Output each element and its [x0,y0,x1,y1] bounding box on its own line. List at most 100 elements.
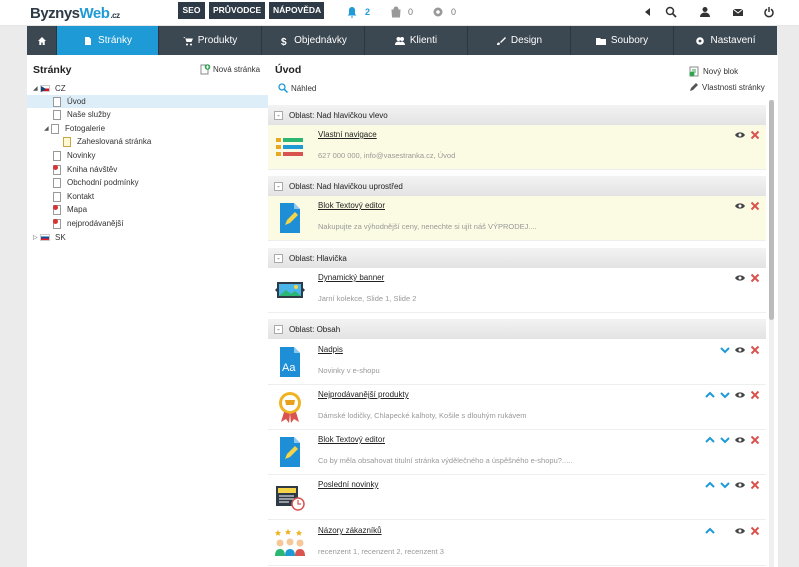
block-title[interactable]: Nejprodávanější produkty [318,390,409,399]
collapsed-arrow-icon[interactable]: ▷ [33,234,40,241]
move-down-icon[interactable] [720,435,730,445]
content-block[interactable]: Názory zákazníků recenzent 1, recenzent … [268,521,766,566]
delete-icon[interactable] [750,130,760,140]
visibility-eye-icon[interactable] [735,526,745,536]
nav-design[interactable]: Design [468,26,571,55]
content-block[interactable]: Nejprodávanější produkty Dámské lodičky,… [268,385,766,430]
block-title[interactable]: Vlastní navigace [318,130,377,139]
tree-label: Kontakt [67,192,95,201]
visibility-eye-icon[interactable] [735,130,745,140]
scrollbar-thumb[interactable] [769,100,774,320]
tree-page-kontakt[interactable]: Kontakt [53,190,94,203]
collapse-icon[interactable]: - [274,110,283,120]
visibility-eye-icon[interactable] [735,390,745,400]
delete-icon[interactable] [750,480,760,490]
nav-soubory[interactable]: Soubory [571,26,674,55]
block-description: Nakupujte za výhodnější ceny, nenechte s… [318,222,537,231]
hidden-page-icon [53,218,61,229]
visibility-eye-icon[interactable] [735,435,745,445]
block-title[interactable]: Názory zákazníků [318,526,382,535]
content-block[interactable]: Blok Textový editor Nakupujte za výhodně… [268,196,766,241]
block-title[interactable]: Blok Textový editor [318,201,385,210]
block-title[interactable]: Blok Textový editor [318,435,385,444]
cog-icon[interactable] [432,6,444,18]
expanded-arrow-icon[interactable]: ◢ [33,85,40,92]
expanded-arrow-icon[interactable]: ◢ [44,125,51,132]
user-icon[interactable] [699,6,711,18]
area-header[interactable]: - Oblast: Obsah [268,319,766,339]
collapse-icon[interactable]: - [274,253,283,263]
scrollbar[interactable] [769,100,774,567]
guide-button[interactable]: PRŮVODCE [209,2,265,19]
visibility-eye-icon[interactable] [735,273,745,283]
collapse-icon[interactable]: - [274,324,283,334]
move-down-icon[interactable] [720,345,730,355]
mail-icon[interactable] [732,6,744,18]
content-block[interactable]: Poslední novinky [268,475,766,520]
new-page-button[interactable]: Nová stránka [200,64,260,75]
tree-lang-sk[interactable]: ▷ SK [33,231,66,244]
tree-page-kniha-navstev[interactable]: Kniha návštěv [53,163,117,176]
move-up-icon[interactable] [705,435,715,445]
nav-produkty[interactable]: Produkty [159,26,262,55]
delete-icon[interactable] [750,273,760,283]
move-up-icon[interactable] [705,480,715,490]
block-title[interactable]: Nadpis [318,345,343,354]
flag-sk-icon [40,234,50,241]
preview-link[interactable]: Náhled [278,83,316,93]
bag-icon[interactable] [390,6,402,18]
move-down-icon[interactable] [720,390,730,400]
content-block[interactable]: Vlastní navigace 627 000 000, info@vases… [268,125,766,170]
tree-page-zaheslovana[interactable]: Zaheslovaná stránka [63,135,151,148]
reviews-icon [275,529,305,556]
delete-icon[interactable] [750,526,760,536]
nav-stranky[interactable]: Stránky [57,26,159,55]
collapse-icon[interactable]: - [274,181,283,191]
visibility-eye-icon[interactable] [735,480,745,490]
delete-icon[interactable] [750,201,760,211]
block-description: recenzent 1, recenzent 2, recenzent 3 [318,547,444,556]
visibility-eye-icon[interactable] [735,345,745,355]
tree-page-nejprodavanejsi[interactable]: nejprodávanější [53,217,123,230]
logo[interactable]: ByznysWeb.cz [30,5,120,22]
delete-icon[interactable] [750,345,760,355]
tree-lang-cz[interactable]: ◢ CZ [33,82,66,95]
area-header[interactable]: - Oblast: Hlavička [268,248,766,268]
nav-klienti[interactable]: Klienti [365,26,468,55]
tree-page-uvod[interactable]: Úvod [27,95,268,108]
tree-page-fotogalerie[interactable]: ◢ Fotogalerie [44,122,105,135]
bell-icon[interactable] [346,6,358,18]
move-up-icon[interactable] [705,526,715,536]
area-header[interactable]: - Oblast: Nad hlavičkou vlevo [268,105,766,125]
nav-label: Soubory [610,35,649,46]
dollar-icon: $ [281,37,287,46]
delete-icon[interactable] [750,390,760,400]
power-icon[interactable] [763,6,775,18]
tree-page-nase-sluzby[interactable]: Naše služby [53,108,111,121]
area-header[interactable]: - Oblast: Nad hlavičkou uprostřed [268,176,766,196]
move-up-icon[interactable] [705,390,715,400]
delete-icon[interactable] [750,435,760,445]
back-arrow-icon[interactable] [642,6,654,18]
tree-page-novinky[interactable]: Novinky [53,149,95,162]
visibility-eye-icon[interactable] [735,201,745,211]
nav-label: Objednávky [294,35,347,46]
move-down-icon[interactable] [720,480,730,490]
content-block[interactable]: Blok Textový editor Co by měla obsahovat… [268,430,766,475]
seo-button[interactable]: SEO [178,2,205,19]
page-properties-button[interactable]: Vlastnosti stránky [689,82,765,92]
nav-nastaveni[interactable]: Nastavení [674,26,777,55]
block-title[interactable]: Dynamický banner [318,273,384,282]
tree-page-mapa[interactable]: Mapa [53,203,87,216]
new-block-button[interactable]: Nový blok [689,66,738,77]
home-button[interactable] [27,26,57,55]
content-block[interactable]: Dynamický banner Jarní kolekce, Slide 1,… [268,268,766,313]
content-block[interactable]: Aa Nadpis Novinky v e-shopu [268,340,766,385]
block-title[interactable]: Poslední novinky [318,480,378,489]
search-icon[interactable] [665,6,677,18]
tree-page-obchodni-podminky[interactable]: Obchodní podmínky [53,176,139,189]
page-content-panel: Úvod Náhled Nový blok Vlastnosti stránky… [268,55,778,567]
nav-objednavky[interactable]: $ Objednávky [262,26,365,55]
tree-label: Kniha návštěv [67,165,118,174]
help-button[interactable]: NÁPOVĚDA [269,2,324,19]
